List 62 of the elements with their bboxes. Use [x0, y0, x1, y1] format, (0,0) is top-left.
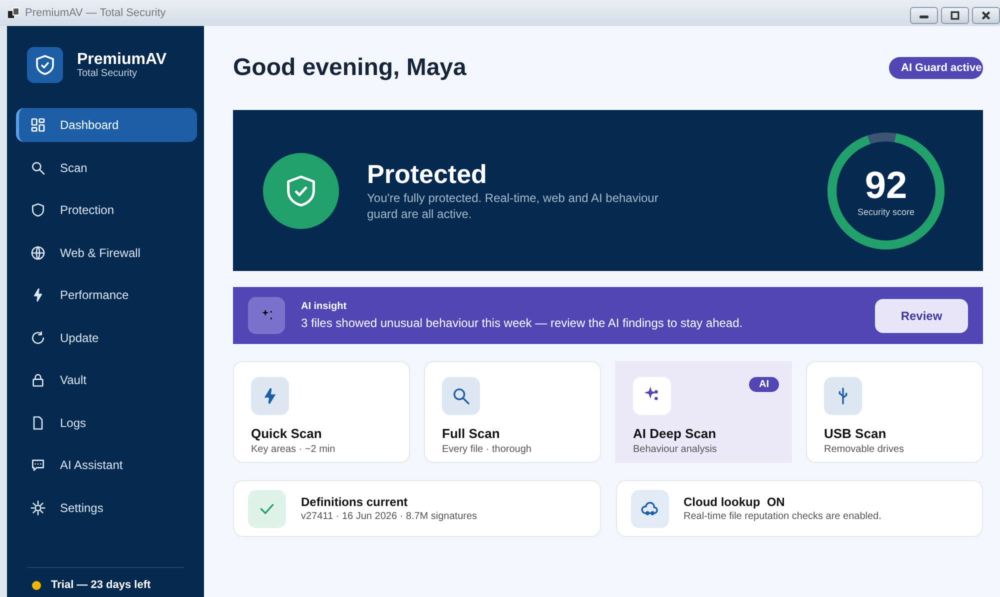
scan-card[interactable]: USB Scan Removable drives [806, 361, 983, 463]
usb-icon [824, 377, 862, 415]
settings-icon [30, 500, 46, 516]
search-icon [30, 160, 46, 176]
sidebar-item[interactable]: Settings [16, 490, 197, 524]
search-icon [442, 377, 480, 415]
security-score: 92 [864, 164, 908, 206]
status-badge: AI Guard active [889, 57, 983, 79]
trial-label[interactable]: Trial — 23 days left [51, 579, 151, 591]
ai-badge: AI [749, 377, 779, 392]
sidebar-item[interactable]: Vault [16, 363, 197, 397]
sidebar-item[interactable]: Scan [16, 150, 197, 184]
scan-card[interactable]: AI AI Deep Scan Behaviour analysis [615, 361, 792, 463]
status-detail: v27411 · 16 Jun 2026 · 8.7M signatures [301, 511, 478, 522]
insight-message: 3 files showed unusual behaviour this week — review the AI findings to stay ahead. [301, 316, 743, 330]
status-title: Cloud lookup ON [684, 495, 786, 509]
scan-subtitle: Every file · thorough [442, 444, 532, 455]
scan-title: Full Scan [442, 426, 501, 441]
maximize-icon [948, 11, 962, 20]
sidebar-item[interactable]: Protection [16, 193, 197, 227]
maximize-button[interactable] [941, 7, 969, 24]
grid-icon [30, 117, 46, 133]
scan-card[interactable]: Quick Scan Key areas · ~2 min [233, 361, 410, 463]
shield-logo-icon [27, 47, 63, 83]
sidebar-item[interactable]: Update [16, 320, 197, 354]
sparkle-icon [248, 297, 285, 334]
greeting: Good evening, Maya [233, 54, 466, 82]
sidebar-item[interactable]: Dashboard [16, 108, 197, 142]
close-icon [979, 11, 993, 20]
lightning-icon [251, 377, 289, 415]
sidebar-item[interactable]: AI Assistant [16, 448, 197, 482]
checkmark-icon [248, 490, 286, 528]
globe-icon [30, 244, 46, 260]
sidebar-item[interactable]: Logs [16, 406, 197, 440]
chat-icon [30, 457, 46, 473]
sidebar-item[interactable]: Web & Firewall [16, 236, 197, 270]
app-icon [8, 7, 20, 19]
status-detail: Real-time file reputation checks are enabled. [684, 511, 882, 522]
scan-title: Quick Scan [251, 426, 323, 441]
window-title: PremiumAV — Total Security [25, 7, 166, 19]
status-description: You're fully protected. Real-time, web and AI behaviour guard are all active. [367, 190, 660, 222]
shield-icon [30, 202, 46, 218]
minimize-button[interactable] [910, 7, 938, 24]
review-button[interactable]: Review [875, 298, 968, 332]
sidebar-item[interactable]: Performance [16, 278, 197, 312]
sparkle-icon [633, 377, 671, 415]
brand-name: PremiumAV [77, 51, 167, 68]
status-title: Definitions current [301, 495, 409, 509]
scan-subtitle: Behaviour analysis [633, 444, 718, 455]
close-button[interactable] [972, 7, 1000, 24]
scan-card[interactable]: Full Scan Every file · thorough [424, 361, 601, 463]
scan-subtitle: Removable drives [824, 444, 906, 455]
status-title: Protected [367, 159, 488, 190]
scan-subtitle: Key areas · ~2 min [251, 444, 336, 455]
score-label: Security score [857, 206, 915, 216]
brand-subtitle: Total Security [77, 69, 138, 79]
insight-title: AI insight [301, 301, 348, 312]
lock-icon [30, 372, 46, 388]
refresh-icon [30, 330, 46, 346]
cloud-icon [630, 490, 668, 528]
scan-title: USB Scan [824, 426, 888, 441]
scan-title: AI Deep Scan [633, 426, 718, 441]
